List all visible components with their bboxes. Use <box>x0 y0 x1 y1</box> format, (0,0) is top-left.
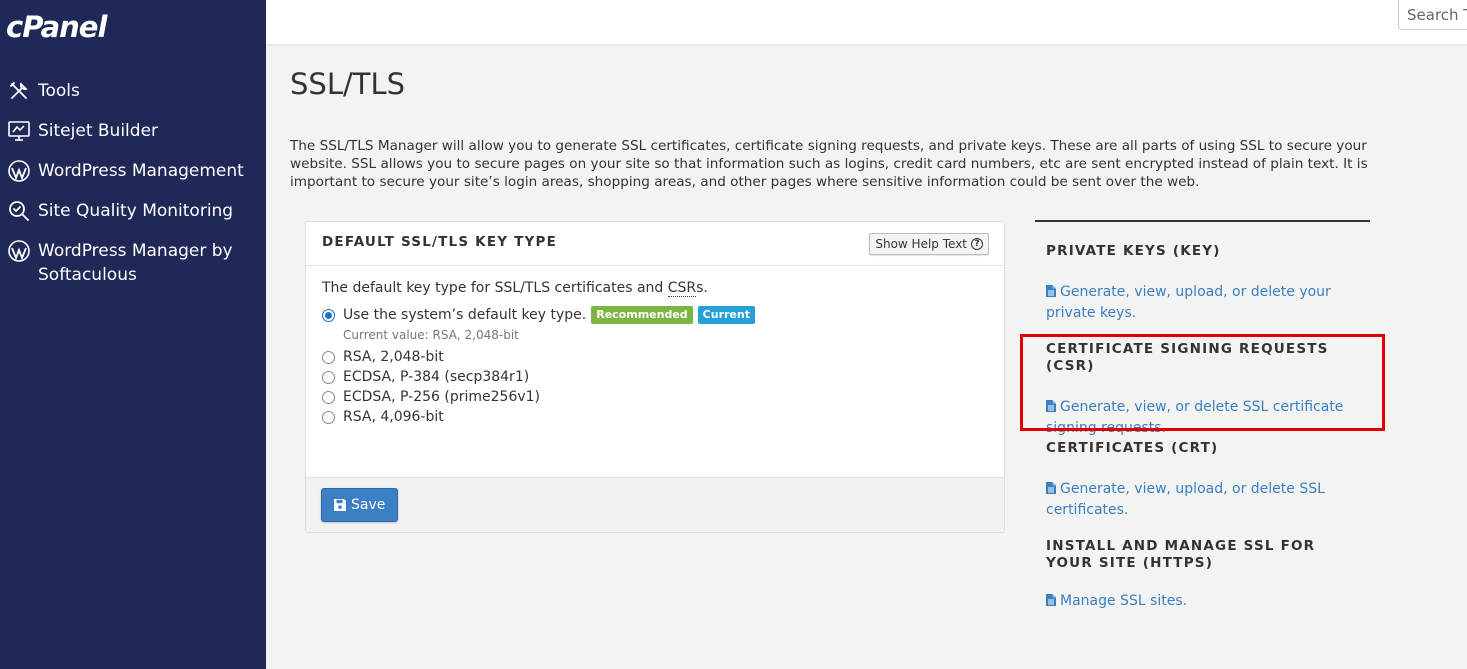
top-bar <box>266 0 1467 44</box>
link-text: Generate, view, upload, or delete SSL ce… <box>1046 481 1325 518</box>
sidebar: cPanel Tools Sitejet Builder WordPress M… <box>0 0 266 669</box>
document-icon <box>1046 482 1056 494</box>
section-title: INSTALL AND MANAGE SSL FOR YOUR SITE (HT… <box>1046 538 1316 571</box>
option-label: RSA, 2,048-bit <box>343 349 444 365</box>
key-option-rsa-2048[interactable]: RSA, 2,048-bit <box>322 347 988 367</box>
section-title: CERTIFICATES (CRT) <box>1046 440 1219 456</box>
key-option-rsa-4096[interactable]: RSA, 4,096-bit <box>322 407 988 427</box>
key-option-ecdsa-p256[interactable]: ECDSA, P-256 (prime256v1) <box>322 387 988 407</box>
recommended-badge: Recommended <box>591 306 693 324</box>
key-option-ecdsa-p384[interactable]: ECDSA, P-384 (secp384r1) <box>322 367 988 387</box>
sidebar-item-wordpress-softaculous[interactable]: WordPress Manager by Softaculous <box>0 236 266 290</box>
sidebar-item-label: WordPress Manager by Softaculous <box>38 241 233 285</box>
link-text: Manage SSL sites. <box>1060 593 1188 609</box>
option-label: ECDSA, P-256 (prime256v1) <box>343 389 541 405</box>
card-header: DEFAULT SSL/TLS KEY TYPE Show Help Text … <box>306 222 1004 266</box>
radio-system-default[interactable] <box>322 308 335 322</box>
sidebar-item-tools[interactable]: Tools <box>0 76 266 116</box>
document-icon <box>1046 594 1056 606</box>
sidebar-item-label: Site Quality Monitoring <box>38 201 234 221</box>
sidebar-nav: Tools Sitejet Builder WordPress Manageme… <box>0 76 266 290</box>
key-option-system-default[interactable]: Use the system’s default key type. Recom… <box>322 305 988 325</box>
wordpress-icon <box>6 158 32 184</box>
card-footer: Save <box>306 477 1004 532</box>
option-label: ECDSA, P-384 (secp384r1) <box>343 369 530 385</box>
card-description: The default key type for SSL/TLS certifi… <box>322 280 988 297</box>
csr-highlight-box <box>1020 334 1385 431</box>
current-value-text: Current value: RSA, 2,048-bit <box>343 328 519 342</box>
magnifier-icon <box>6 198 32 224</box>
manage-ssl-sites-link[interactable]: Manage SSL sites. <box>1046 591 1366 612</box>
radio-ecdsa-p256[interactable] <box>322 390 335 404</box>
section-certificates: CERTIFICATES (CRT) Generate, view, uploa… <box>1046 440 1366 521</box>
desc-suffix: s. <box>696 280 708 296</box>
radio-rsa-2048[interactable] <box>322 350 335 364</box>
page-title: SSL/TLS <box>290 67 406 101</box>
current-badge: Current <box>697 306 755 324</box>
floppy-disk-icon <box>334 499 346 511</box>
show-help-text-button[interactable]: Show Help Text ? <box>869 233 989 255</box>
option-label: Use the system’s default key type. <box>343 307 587 323</box>
sidebar-item-wordpress-management[interactable]: WordPress Management <box>0 156 266 196</box>
link-text: Generate, view, upload, or delete your p… <box>1046 284 1331 321</box>
desc-text: The default key type for SSL/TLS certifi… <box>322 280 668 296</box>
section-install-ssl: INSTALL AND MANAGE SSL FOR YOUR SITE (HT… <box>1046 538 1366 612</box>
save-button-label: Save <box>351 497 386 513</box>
option-label: RSA, 4,096-bit <box>343 409 444 425</box>
help-button-label: Show Help Text <box>875 237 967 251</box>
wordpress-icon <box>6 238 32 264</box>
key-type-card: DEFAULT SSL/TLS KEY TYPE Show Help Text … <box>305 221 1005 533</box>
tools-icon <box>6 78 32 104</box>
card-body: The default key type for SSL/TLS certifi… <box>322 280 988 427</box>
card-title: DEFAULT SSL/TLS KEY TYPE <box>322 234 558 250</box>
cpanel-logo[interactable]: cPanel <box>6 10 107 44</box>
private-keys-link[interactable]: Generate, view, upload, or delete your p… <box>1046 282 1366 324</box>
save-button[interactable]: Save <box>321 488 399 522</box>
question-circle-icon: ? <box>971 238 983 250</box>
search-input[interactable] <box>1398 0 1467 30</box>
section-private-keys: PRIVATE KEYS (KEY) Generate, view, uploa… <box>1046 243 1366 324</box>
radio-rsa-4096[interactable] <box>322 410 335 424</box>
sidebar-item-site-quality[interactable]: Site Quality Monitoring <box>0 196 266 236</box>
ssl-links-panel <box>1035 220 1370 222</box>
sidebar-item-label: Sitejet Builder <box>38 121 159 141</box>
page-intro: The SSL/TLS Manager will allow you to ge… <box>290 138 1368 190</box>
sidebar-item-label: Tools <box>38 81 80 101</box>
radio-ecdsa-p384[interactable] <box>322 370 335 384</box>
sidebar-item-sitejet[interactable]: Sitejet Builder <box>0 116 266 156</box>
csr-abbreviation: CSR <box>667 280 697 297</box>
sidebar-item-label: WordPress Management <box>38 161 244 181</box>
certificates-link[interactable]: Generate, view, upload, or delete SSL ce… <box>1046 479 1366 521</box>
monitor-icon <box>6 118 32 144</box>
section-title: PRIVATE KEYS (KEY) <box>1046 243 1221 259</box>
document-icon <box>1046 285 1056 297</box>
